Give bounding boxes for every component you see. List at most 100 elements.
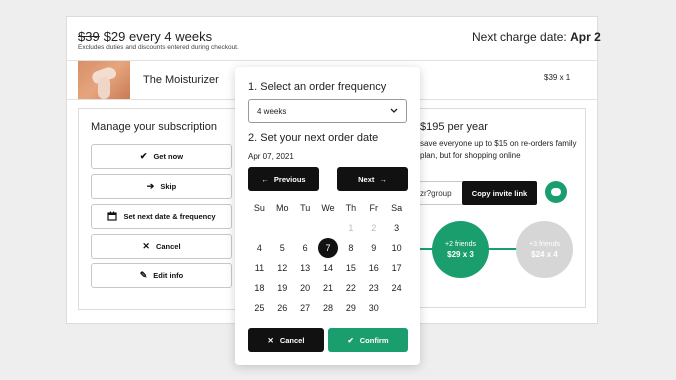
calendar-day[interactable]: 22 <box>339 278 362 298</box>
close-icon: ✕ <box>142 241 150 251</box>
order-date-popup: 1. Select an order frequency 4 weeks 2. … <box>235 67 420 365</box>
tier-three-friends[interactable]: +3 friends $24 x 4 <box>516 221 573 278</box>
weekday-label: We <box>321 203 335 213</box>
divider <box>66 60 598 61</box>
weekday-label: Tu <box>300 203 311 213</box>
get-now-label: Get now <box>153 152 184 161</box>
plan-description: save everyone up to $15 on re-orders fam… <box>420 139 577 160</box>
calendar-week: 4 5 6 7 8 9 10 <box>248 238 408 258</box>
calendar-day[interactable]: 12 <box>271 258 294 278</box>
tier-price: $24 x 4 <box>531 249 558 259</box>
calendar-day[interactable]: 4 <box>248 238 271 258</box>
calendar-day[interactable]: 21 <box>317 278 340 298</box>
calendar-day[interactable]: 30 <box>362 298 385 318</box>
calendar-empty <box>317 218 340 238</box>
close-icon: ✕ <box>267 335 274 345</box>
calendar-week: 11 12 13 14 15 16 17 <box>248 258 408 278</box>
calendar-day[interactable]: 11 <box>248 258 271 278</box>
calendar-day[interactable]: 10 <box>385 238 408 258</box>
date-heading: 2. Set your next order date <box>248 132 379 144</box>
arrow-right-icon: ➔ <box>146 181 155 191</box>
selected-day-marker: 7 <box>318 238 338 258</box>
tier-label: +3 friends <box>529 240 560 248</box>
calendar-week: 1 23 <box>248 218 408 238</box>
price-line: $39 $29 every 4 weeks <box>78 29 212 44</box>
chat-icon <box>551 188 561 196</box>
frequency-select[interactable]: 4 weeks <box>248 99 407 123</box>
calendar-day[interactable]: 27 <box>294 298 317 318</box>
check-icon: ✔ <box>139 151 148 161</box>
calendar-grid: Su Mo Tu We Th Fr Sa 1 2 3 4 5 6 7 8 9 10 11 12 13 14 15 16 17… <box>248 198 408 318</box>
calendar-week: 25 26 27 28 29 30 <box>248 298 408 318</box>
calendar-day[interactable]: 3 <box>385 218 408 238</box>
weekday-label: Su <box>253 203 265 213</box>
next-charge-date: Next charge date: Apr 2 <box>472 30 601 44</box>
calendar-day[interactable]: 20 <box>294 278 317 298</box>
confirm-button[interactable]: ✔ Confirm <box>328 328 408 352</box>
calendar-day: 2 <box>371 223 377 233</box>
cancel-label: Cancel <box>279 335 305 345</box>
calendar-day[interactable]: 14 <box>317 258 340 278</box>
calendar-day: 1 <box>348 223 354 233</box>
chat-button[interactable] <box>545 181 567 203</box>
tier-label: +2 friends <box>445 240 476 248</box>
previous-month-button[interactable]: ← Previous <box>248 167 319 191</box>
calendar-day[interactable]: 19 <box>271 278 294 298</box>
edit-info-label: Edit info <box>153 271 184 280</box>
calendar-day[interactable]: 26 <box>271 298 294 318</box>
skip-label: Skip <box>160 182 177 191</box>
calendar-day[interactable]: 28 <box>317 298 340 318</box>
calendar-day[interactable]: 17 <box>385 258 408 278</box>
weekday-label: Mo <box>276 203 289 213</box>
calendar-day[interactable]: 5 <box>271 238 294 258</box>
invite-link-field[interactable]: zr?group <box>420 181 462 205</box>
weekday-label: Sa <box>391 203 403 213</box>
calendar-day[interactable]: 15 <box>339 258 362 278</box>
copy-invite-link-button[interactable]: Copy invite link <box>462 181 537 205</box>
skip-button[interactable]: ➔ Skip <box>91 174 232 199</box>
tier-two-friends[interactable]: +2 friends $29 x 3 <box>432 221 489 278</box>
set-date-label: Set next date & frequency <box>123 212 216 221</box>
calendar-day[interactable]: 25 <box>248 298 271 318</box>
weekday-label: Fr <box>369 203 378 213</box>
selected-date-text: Apr 07, 2021 <box>248 152 294 161</box>
calendar-day[interactable]: 29 <box>339 298 362 318</box>
next-charge-value: Apr 2 <box>570 30 601 44</box>
confirm-label: Confirm <box>359 335 389 345</box>
calendar-day[interactable]: 16 <box>362 258 385 278</box>
calendar-day[interactable]: 18 <box>248 278 271 298</box>
product-image <box>78 61 130 99</box>
chevron-down-icon <box>390 107 398 116</box>
old-price: $39 <box>78 29 100 44</box>
weekday-label: Th <box>345 203 357 213</box>
previous-label: Previous <box>273 174 306 184</box>
next-month-button[interactable]: Next → <box>337 167 408 191</box>
calendar-day[interactable]: 13 <box>294 258 317 278</box>
next-charge-label: Next charge date: <box>472 30 567 44</box>
current-price: $29 every 4 weeks <box>103 29 213 44</box>
get-now-button[interactable]: ✔ Get now <box>91 144 232 169</box>
arrow-left-icon: ← <box>261 174 269 184</box>
calendar-day[interactable]: 8 <box>339 238 362 258</box>
calendar-empty <box>271 218 294 238</box>
weekday-header: Su Mo Tu We Th Fr Sa <box>248 198 408 218</box>
frequency-value: 4 weeks <box>257 106 287 116</box>
cancel-label: Cancel <box>155 242 181 251</box>
cancel-subscription-button[interactable]: ✕ Cancel <box>91 234 232 259</box>
tier-price: $29 x 3 <box>447 249 474 259</box>
calendar-day[interactable]: 9 <box>362 238 385 258</box>
calendar-empty <box>248 218 271 238</box>
check-icon: ✔ <box>347 335 354 345</box>
edit-info-button[interactable]: ✎ Edit info <box>91 263 232 288</box>
frequency-heading: 1. Select an order frequency <box>248 81 387 93</box>
pencil-icon: ✎ <box>139 270 148 280</box>
set-date-frequency-button[interactable]: Set next date & frequency <box>91 204 232 229</box>
calendar-day[interactable]: 23 <box>362 278 385 298</box>
next-label: Next <box>358 174 375 184</box>
product-name: The Moisturizer <box>143 74 219 86</box>
price-note: Excludes duties and discounts entered du… <box>78 44 239 51</box>
calendar-day-selected[interactable]: 7 <box>317 238 340 258</box>
calendar-day[interactable]: 6 <box>294 238 317 258</box>
calendar-day[interactable]: 24 <box>385 278 408 298</box>
cancel-button[interactable]: ✕ Cancel <box>248 328 324 352</box>
